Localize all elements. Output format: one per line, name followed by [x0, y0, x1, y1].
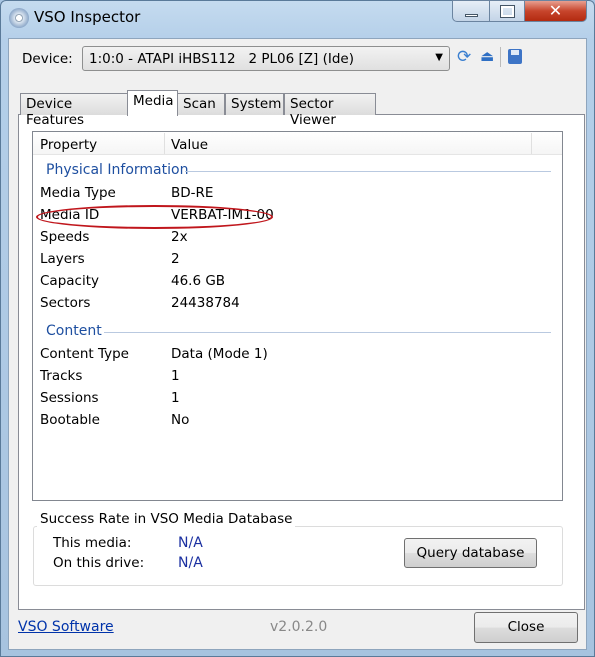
column-header-value[interactable]: Value	[171, 137, 208, 153]
property-name: Bootable	[40, 412, 100, 428]
property-value: No	[171, 412, 190, 428]
group-header: Content	[46, 323, 102, 339]
column-divider[interactable]	[164, 133, 165, 154]
device-label: Device:	[22, 51, 73, 67]
chevron-down-icon: ▼	[435, 52, 443, 63]
drive-label: On this drive:	[53, 555, 145, 571]
drive-value: N/A	[178, 555, 203, 571]
toolbar-divider	[500, 47, 501, 67]
refresh-icon[interactable]: ⟳	[457, 47, 471, 67]
list-row[interactable]: Tracks 1	[33, 367, 562, 389]
tab-system[interactable]: System	[225, 93, 284, 115]
property-name: Speeds	[40, 229, 90, 245]
eject-icon[interactable]: ⏏	[480, 47, 494, 65]
close-button[interactable]: Close	[474, 612, 578, 643]
property-value: 46.6 GB	[171, 273, 226, 289]
window-title: VSO Inspector	[34, 8, 141, 26]
property-name: Sectors	[40, 295, 91, 311]
list-row[interactable]: Layers 2	[33, 250, 562, 272]
property-value: 2x	[171, 229, 188, 245]
group-header: Physical Information	[46, 162, 189, 178]
list-header	[33, 132, 562, 155]
close-icon: ✕	[548, 1, 563, 20]
property-name: Media Type	[40, 185, 116, 201]
property-name: Tracks	[40, 368, 83, 384]
column-divider[interactable]	[531, 133, 532, 154]
property-name: Layers	[40, 251, 85, 267]
this-media-value: N/A	[178, 535, 203, 551]
tab-sector-viewer[interactable]: Sector Viewer	[284, 93, 376, 128]
group-divider	[104, 332, 551, 333]
device-value: 1:0:0 - ATAPI iHBS112 2 PL06 [Z] (Ide)	[89, 51, 354, 67]
app-disc-icon	[9, 8, 29, 28]
maximize-button[interactable]	[489, 0, 525, 22]
highlight-ellipse	[36, 205, 273, 229]
property-value: Data (Mode 1)	[171, 346, 268, 362]
property-name: Content Type	[40, 346, 129, 362]
this-media-label: This media:	[53, 535, 132, 551]
list-row[interactable]: Capacity 46.6 GB	[33, 272, 562, 294]
vso-software-link[interactable]: VSO Software	[18, 619, 114, 635]
property-value: BD-RE	[171, 185, 214, 201]
column-header-property[interactable]: Property	[40, 137, 97, 153]
property-value: 1	[171, 368, 180, 384]
close-window-button[interactable]: ✕	[524, 0, 587, 22]
list-row[interactable]: Speeds 2x	[33, 228, 562, 250]
property-value: 2	[171, 251, 180, 267]
list-row[interactable]: Sessions 1	[33, 389, 562, 411]
property-name: Sessions	[40, 390, 99, 406]
database-group-title: Success Rate in VSO Media Database	[37, 511, 296, 527]
list-row[interactable]: Sectors 24438784	[33, 294, 562, 316]
tab-scan[interactable]: Scan	[177, 93, 225, 115]
version-text: v2.0.2.0	[270, 619, 328, 635]
group-divider	[185, 171, 551, 172]
device-select[interactable]: 1:0:0 - ATAPI iHBS112 2 PL06 [Z] (Ide) ▼	[82, 46, 450, 71]
query-database-button[interactable]: Query database	[404, 538, 537, 568]
list-row[interactable]: Media Type BD-RE	[33, 184, 562, 206]
property-name: Capacity	[40, 273, 99, 289]
property-value: 1	[171, 390, 180, 406]
tab-device-features[interactable]: Device Features	[20, 93, 128, 128]
list-row[interactable]: Bootable No	[33, 411, 562, 433]
save-icon[interactable]	[508, 49, 522, 64]
minimize-button[interactable]	[452, 0, 490, 22]
tab-media[interactable]: Media	[127, 90, 178, 116]
property-value: 24438784	[171, 295, 240, 311]
list-row[interactable]: Content Type Data (Mode 1)	[33, 345, 562, 367]
